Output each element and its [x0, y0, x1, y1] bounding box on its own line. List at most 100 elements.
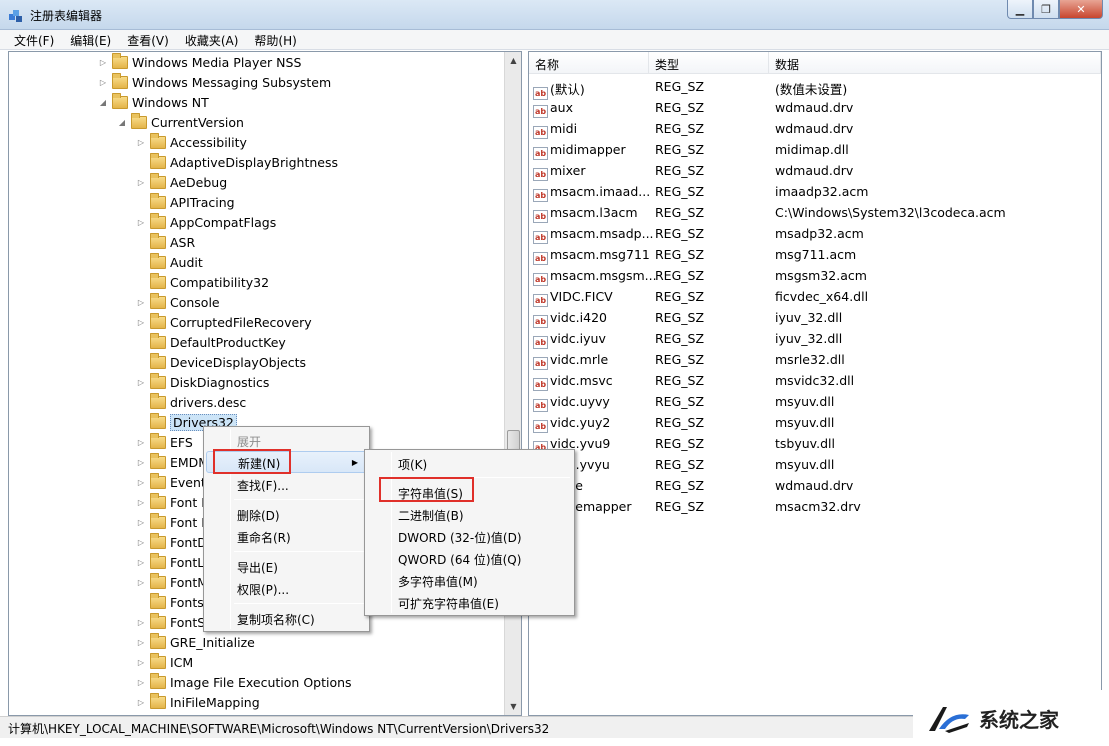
menu-export[interactable]: 导出(E) — [206, 555, 367, 577]
expand-arrow-icon[interactable]: ▷ — [135, 478, 147, 487]
tree-item[interactable]: Compatibility32 — [135, 272, 269, 292]
value-row[interactable]: ab vidc.msvc REG_SZ msvidc32.dll — [529, 370, 1101, 391]
value-row[interactable]: ab msacm.imaad... REG_SZ imaadp32.acm — [529, 181, 1101, 202]
menu-find[interactable]: 查找(F)... — [206, 473, 367, 495]
tree-item[interactable]: Audit — [135, 252, 203, 272]
column-header-name[interactable]: 名称 — [529, 52, 649, 74]
expand-arrow-icon[interactable]: ◢ — [97, 98, 109, 107]
value-row[interactable]: ab midimapper REG_SZ midimap.dll — [529, 139, 1101, 160]
tree-item[interactable]: DeviceDisplayObjects — [135, 352, 306, 372]
menu-favorites[interactable]: 收藏夹(A) — [177, 30, 247, 50]
value-row[interactable]: ab vidc.mrle REG_SZ msrle32.dll — [529, 349, 1101, 370]
tree-item[interactable]: ▷ Windows Media Player NSS — [97, 52, 301, 72]
value-row[interactable]: ab vidc.iyuv REG_SZ iyuv_32.dll — [529, 328, 1101, 349]
tree-item[interactable]: ▷ FontSu — [135, 612, 213, 632]
expand-arrow-icon[interactable]: ◢ — [116, 118, 128, 127]
expand-arrow-icon[interactable]: ▷ — [135, 538, 147, 547]
menu-file[interactable]: 文件(F) — [6, 30, 62, 50]
minimize-button[interactable]: ▁ — [1007, 0, 1033, 19]
values-pane[interactable]: 名称 类型 数据 ab (默认) REG_SZ (数值未设置) ab aux REG_SZ w… — [528, 51, 1102, 716]
value-row[interactable]: ab midi REG_SZ wdmaud.drv — [529, 118, 1101, 139]
menu-new-dword[interactable]: DWORD (32-位)值(D) — [367, 525, 572, 547]
tree-item[interactable]: ▷ Font M — [135, 512, 212, 532]
value-row[interactable]: abvidc.yvyuREG_SZmsyuv.dll — [529, 454, 1101, 475]
tree-item[interactable]: Fonts — [135, 592, 204, 612]
expand-arrow-icon[interactable]: ▷ — [135, 138, 147, 147]
tree-item[interactable]: drivers.desc — [135, 392, 246, 412]
tree-item[interactable]: ▷ Font D — [135, 492, 211, 512]
expand-arrow-icon[interactable]: ▷ — [135, 698, 147, 707]
menu-view[interactable]: 查看(V) — [119, 30, 177, 50]
menu-new-multi-string[interactable]: 多字符串值(M) — [367, 569, 572, 591]
tree-item[interactable]: ◢ CurrentVersion — [116, 112, 244, 132]
tree-item[interactable]: ▷ Console — [135, 292, 220, 312]
menu-edit[interactable]: 编辑(E) — [62, 30, 119, 50]
tree-item[interactable]: ▷ DiskDiagnostics — [135, 372, 269, 392]
menu-rename[interactable]: 重命名(R) — [206, 525, 367, 547]
value-row[interactable]: abwavemapperREG_SZmsacm32.drv — [529, 496, 1101, 517]
tree-item[interactable]: ▷ FontDi — [135, 532, 210, 552]
value-row[interactable]: ab aux REG_SZ wdmaud.drv — [529, 97, 1101, 118]
column-header-data[interactable]: 数据 — [769, 52, 1101, 74]
expand-arrow-icon[interactable]: ▷ — [135, 638, 147, 647]
tree-item[interactable]: ▷ ICM — [135, 652, 193, 672]
expand-arrow-icon[interactable]: ▷ — [135, 298, 147, 307]
expand-arrow-icon[interactable]: ▷ — [97, 78, 109, 87]
value-row[interactable]: abwaveREG_SZwdmaud.drv — [529, 475, 1101, 496]
value-row[interactable]: ab msacm.msgsm... REG_SZ msgsm32.acm — [529, 265, 1101, 286]
expand-arrow-icon[interactable]: ▷ — [135, 658, 147, 667]
menu-help[interactable]: 帮助(H) — [246, 30, 304, 50]
expand-arrow-icon[interactable]: ▷ — [97, 58, 109, 67]
expand-arrow-icon[interactable]: ▷ — [135, 558, 147, 567]
menu-new-qword[interactable]: QWORD (64 位)值(Q) — [367, 547, 572, 569]
menu-new-binary[interactable]: 二进制值(B) — [367, 503, 572, 525]
expand-arrow-icon[interactable]: ▷ — [135, 578, 147, 587]
tree-item[interactable]: ▷ EFS — [135, 432, 193, 452]
menu-expand[interactable]: 展开 — [206, 429, 367, 451]
expand-arrow-icon[interactable]: ▷ — [135, 458, 147, 467]
expand-arrow-icon[interactable]: ▷ — [135, 438, 147, 447]
tree-item[interactable]: ▷ AeDebug — [135, 172, 227, 192]
expand-arrow-icon[interactable]: ▷ — [135, 218, 147, 227]
close-button[interactable]: ✕ — [1059, 0, 1103, 19]
menu-new-expandable-string[interactable]: 可扩充字符串值(E) — [367, 591, 572, 613]
menu-permissions[interactable]: 权限(P)... — [206, 577, 367, 599]
value-row[interactable]: ab (默认) REG_SZ (数值未设置) — [529, 76, 1101, 100]
tree-item[interactable]: ▷ GRE_Initialize — [135, 632, 255, 652]
tree-item[interactable]: ▷ EMDM — [135, 452, 209, 472]
value-row[interactable]: ab msacm.l3acm REG_SZ C:\Windows\System32\l… — [529, 202, 1101, 223]
tree-item[interactable]: ASR — [135, 232, 195, 252]
tree-item[interactable]: ▷ Accessibility — [135, 132, 247, 152]
tree-item[interactable]: ▷ Image File Execution Options — [135, 672, 352, 692]
tree-item[interactable]: ▷ AppCompatFlags — [135, 212, 276, 232]
tree-item[interactable]: DefaultProductKey — [135, 332, 286, 352]
tree-item[interactable]: ▷ Windows Messaging Subsystem — [97, 72, 331, 92]
expand-arrow-icon[interactable]: ▷ — [135, 498, 147, 507]
menu-delete[interactable]: 删除(D) — [206, 503, 367, 525]
tree-item[interactable]: ▷ IniFileMapping — [135, 692, 260, 712]
expand-arrow-icon[interactable]: ▷ — [135, 178, 147, 187]
expand-arrow-icon[interactable]: ▷ — [135, 518, 147, 527]
value-row[interactable]: ab msacm.msadp... REG_SZ msadp32.acm — [529, 223, 1101, 244]
tree-item[interactable]: APITracing — [135, 192, 235, 212]
column-header-type[interactable]: 类型 — [649, 52, 769, 74]
expand-arrow-icon[interactable]: ▷ — [135, 318, 147, 327]
expand-arrow-icon[interactable]: ▷ — [135, 378, 147, 387]
tree-item[interactable]: AdaptiveDisplayBrightness — [135, 152, 338, 172]
expand-arrow-icon[interactable]: ▷ — [135, 618, 147, 627]
value-row[interactable]: ab vidc.yuy2 REG_SZ msyuv.dll — [529, 412, 1101, 433]
menu-new-key[interactable]: 项(K) — [367, 452, 572, 474]
value-row[interactable]: ab vidc.uyvy REG_SZ msyuv.dll — [529, 391, 1101, 412]
tree-item[interactable]: ◢ Windows NT — [97, 92, 209, 112]
value-row[interactable]: ab mixer REG_SZ wdmaud.drv — [529, 160, 1101, 181]
expand-arrow-icon[interactable]: ▷ — [135, 678, 147, 687]
value-row[interactable]: ab vidc.i420 REG_SZ iyuv_32.dll — [529, 307, 1101, 328]
tree-item[interactable]: ▷ CorruptedFileRecovery — [135, 312, 312, 332]
scroll-up-icon[interactable]: ▲ — [505, 52, 521, 69]
menu-copy-key-name[interactable]: 复制项名称(C) — [206, 607, 367, 629]
value-row[interactable]: ab msacm.msg711 REG_SZ msg711.acm — [529, 244, 1101, 265]
value-row[interactable]: ab VIDC.FICV REG_SZ ficvdec_x64.dll — [529, 286, 1101, 307]
scroll-down-icon[interactable]: ▼ — [505, 698, 521, 715]
value-row[interactable]: ab vidc.yvu9 REG_SZ tsbyuv.dll — [529, 433, 1101, 454]
maximize-button[interactable]: ❐ — [1033, 0, 1059, 19]
